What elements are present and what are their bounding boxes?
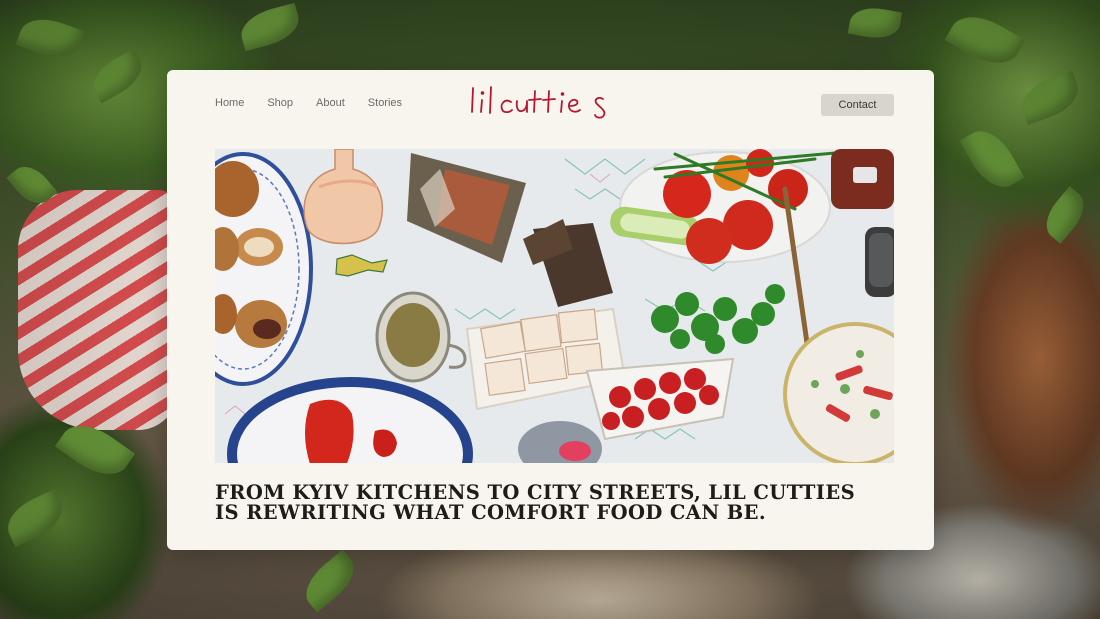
nav-home-link[interactable]: Home [215, 97, 244, 109]
main-nav: Home Shop About Stories [215, 97, 402, 109]
headline-line-1: FROM KYIV KITCHENS TO CITY STREETS, LIL … [215, 481, 856, 504]
brand-logo[interactable] [467, 82, 642, 126]
hero-card: Home Shop About Stories Contact FROM KYI… [167, 70, 934, 550]
handwritten-logo-graphic [471, 86, 606, 119]
headline-line-2: IS REWRITING WHAT COMFORT FOOD CAN BE. [215, 501, 767, 524]
contact-button[interactable]: Contact [821, 94, 894, 116]
hero-headline: FROM KYIV KITCHENS TO CITY STREETS, LIL … [215, 481, 856, 524]
nav-shop-link[interactable]: Shop [267, 97, 293, 109]
nav-about-link[interactable]: About [316, 97, 345, 109]
food-table-illustration [215, 149, 894, 463]
nav-stories-link[interactable]: Stories [368, 97, 402, 109]
hero-food-photo [215, 149, 894, 463]
